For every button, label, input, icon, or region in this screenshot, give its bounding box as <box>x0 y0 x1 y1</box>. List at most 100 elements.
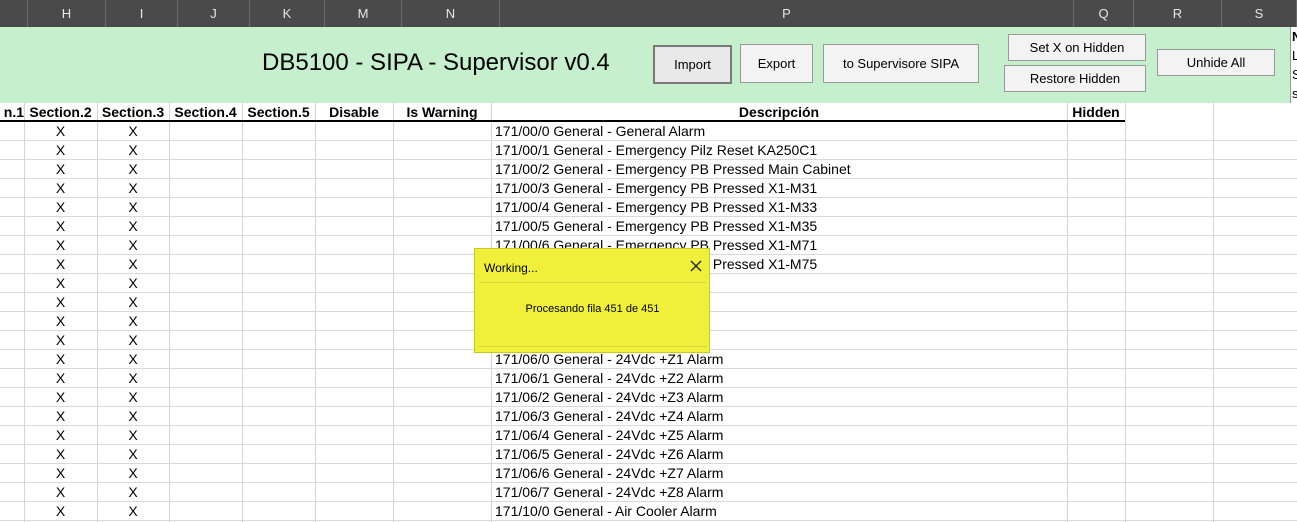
cell-section-2[interactable]: X <box>24 293 97 312</box>
cell-section-3[interactable]: X <box>97 350 169 369</box>
header-section-4[interactable]: Section.4 <box>169 103 242 122</box>
cell-descripcion[interactable]: 171/06/6 General - 24Vdc +Z7 Alarm <box>495 464 1065 483</box>
column-header-s[interactable]: S <box>1222 0 1297 27</box>
cell-section-2[interactable]: X <box>24 350 97 369</box>
side-panel-char: N <box>1291 27 1297 46</box>
unhide-all-button[interactable]: Unhide All <box>1157 49 1275 76</box>
cell-section-2[interactable]: X <box>24 407 97 426</box>
column-header-p[interactable]: P <box>500 0 1074 27</box>
cell-section-2[interactable]: X <box>24 483 97 502</box>
table-row: X X 171/06/1 General - 24Vdc +Z2 Alarm <box>0 369 1297 388</box>
cell-descripcion[interactable]: 171/06/4 General - 24Vdc +Z5 Alarm <box>495 426 1065 445</box>
cell-section-2[interactable]: X <box>24 255 97 274</box>
cell-section-3[interactable]: X <box>97 407 169 426</box>
cell-section-3[interactable]: X <box>97 331 169 350</box>
cell-section-2[interactable]: X <box>24 141 97 160</box>
cell-section-2[interactable]: X <box>24 445 97 464</box>
cell-section-3[interactable]: X <box>97 388 169 407</box>
cell-section-3[interactable]: X <box>97 179 169 198</box>
cell-section-3[interactable]: X <box>97 274 169 293</box>
cell-section-3[interactable]: X <box>97 141 169 160</box>
cell-section-2[interactable]: X <box>24 179 97 198</box>
side-panel-char: L <box>1291 46 1297 65</box>
import-button[interactable]: Import <box>653 45 732 84</box>
side-panel-char: S <box>1291 65 1297 84</box>
cell-descripcion[interactable]: 171/00/1 General - Emergency Pilz Reset … <box>495 141 1065 160</box>
column-header-i[interactable]: I <box>106 0 178 27</box>
table-row: X X 171/00/4 General - Emergency PB Presse… <box>0 198 1297 217</box>
table-row: X X 171/00/1 General - Emergency Pilz Rese… <box>0 141 1297 160</box>
cell-descripcion[interactable]: 171/06/2 General - 24Vdc +Z3 Alarm <box>495 388 1065 407</box>
cell-section-2[interactable]: X <box>24 274 97 293</box>
cell-descripcion[interactable]: 171/06/7 General - 24Vdc +Z8 Alarm <box>495 483 1065 502</box>
cell-section-2[interactable]: X <box>24 217 97 236</box>
cell-descripcion[interactable]: 171/00/2 General - Emergency PB Pressed … <box>495 160 1065 179</box>
header-is-warning[interactable]: Is Warning <box>393 103 491 122</box>
cell-section-2[interactable]: X <box>24 160 97 179</box>
cell-section-2[interactable]: X <box>24 122 97 141</box>
progress-message: Procesando fila 451 de 451 <box>525 303 660 315</box>
column-header-q[interactable]: Q <box>1074 0 1134 27</box>
cell-section-3[interactable]: X <box>97 217 169 236</box>
cell-descripcion[interactable]: 171/06/1 General - 24Vdc +Z2 Alarm <box>495 369 1065 388</box>
table-row: X X 171/06/5 General - 24Vdc +Z6 Alarm <box>0 445 1297 464</box>
header-hidden[interactable]: Hidden <box>1067 103 1125 122</box>
cell-descripcion[interactable]: 171/00/3 General - Emergency PB Pressed … <box>495 179 1065 198</box>
cell-section-2[interactable]: X <box>24 198 97 217</box>
table-row: X X 171/06/2 General - 24Vdc +Z3 Alarm <box>0 388 1297 407</box>
header-section-2[interactable]: Section.2 <box>24 103 97 122</box>
table-row: X X 171/00/5 General - Emergency PB Presse… <box>0 217 1297 236</box>
close-icon[interactable] <box>689 259 703 273</box>
header-section-1[interactable]: n.1 <box>0 103 24 122</box>
column-header-r[interactable]: R <box>1134 0 1222 27</box>
cell-section-3[interactable]: X <box>97 122 169 141</box>
cell-descripcion[interactable]: 171/00/0 General - General Alarm <box>495 122 1065 141</box>
cell-descripcion[interactable]: 171/06/5 General - 24Vdc +Z6 Alarm <box>495 445 1065 464</box>
restore-hidden-button[interactable]: Restore Hidden <box>1004 65 1146 92</box>
dialog-body: Procesando fila 451 de 451 <box>479 282 706 347</box>
cell-section-3[interactable]: X <box>97 445 169 464</box>
cell-section-2[interactable]: X <box>24 464 97 483</box>
set-x-on-hidden-button[interactable]: Set X on Hidden <box>1008 34 1146 61</box>
cell-section-3[interactable]: X <box>97 312 169 331</box>
cell-section-3[interactable]: X <box>97 160 169 179</box>
column-header-k[interactable]: K <box>250 0 325 27</box>
column-header-bar: H I J K M N P Q R S <box>0 0 1297 27</box>
header-section-3[interactable]: Section.3 <box>97 103 169 122</box>
header-disable[interactable]: Disable <box>315 103 393 122</box>
column-header-j[interactable]: J <box>178 0 250 27</box>
column-header-m[interactable]: M <box>325 0 402 27</box>
cell-section-2[interactable]: X <box>24 331 97 350</box>
column-header-g[interactable] <box>0 0 28 27</box>
cell-section-2[interactable]: X <box>24 236 97 255</box>
table-row: X X 171/00/2 General - Emergency PB Presse… <box>0 160 1297 179</box>
cell-section-3[interactable]: X <box>97 255 169 274</box>
header-section-5[interactable]: Section.5 <box>242 103 315 122</box>
cell-section-2[interactable]: X <box>24 312 97 331</box>
table-row: X X 171/06/4 General - 24Vdc +Z5 Alarm <box>0 426 1297 445</box>
cell-section-3[interactable]: X <box>97 502 169 521</box>
cell-section-2[interactable]: X <box>24 369 97 388</box>
cell-section-3[interactable]: X <box>97 464 169 483</box>
cell-section-3[interactable]: X <box>97 369 169 388</box>
table-row: X X 171/10/0 General - Air Cooler Alarm <box>0 502 1297 521</box>
cell-descripcion[interactable]: 171/06/3 General - 24Vdc +Z4 Alarm <box>495 407 1065 426</box>
column-header-n[interactable]: N <box>402 0 500 27</box>
cell-section-3[interactable]: X <box>97 483 169 502</box>
cell-section-2[interactable]: X <box>24 388 97 407</box>
cell-descripcion[interactable]: 171/10/0 General - Air Cooler Alarm <box>495 502 1065 521</box>
cell-section-3[interactable]: X <box>97 198 169 217</box>
cell-descripcion[interactable]: 171/00/4 General - Emergency PB Pressed … <box>495 198 1065 217</box>
cell-section-2[interactable]: X <box>24 502 97 521</box>
export-button[interactable]: Export <box>740 44 813 83</box>
cell-section-3[interactable]: X <box>97 293 169 312</box>
table-row: X X 171/06/3 General - 24Vdc +Z4 Alarm <box>0 407 1297 426</box>
to-supervisore-sipa-button[interactable]: to Supervisore SIPA <box>823 44 979 83</box>
cell-section-2[interactable]: X <box>24 426 97 445</box>
cell-descripcion[interactable]: 171/00/5 General - Emergency PB Pressed … <box>495 217 1065 236</box>
column-header-h[interactable]: H <box>28 0 106 27</box>
cell-section-3[interactable]: X <box>97 426 169 445</box>
header-descripcion[interactable]: Descripción <box>491 103 1067 122</box>
cell-section-3[interactable]: X <box>97 236 169 255</box>
table-row: X X 171/06/7 General - 24Vdc +Z8 Alarm <box>0 483 1297 502</box>
